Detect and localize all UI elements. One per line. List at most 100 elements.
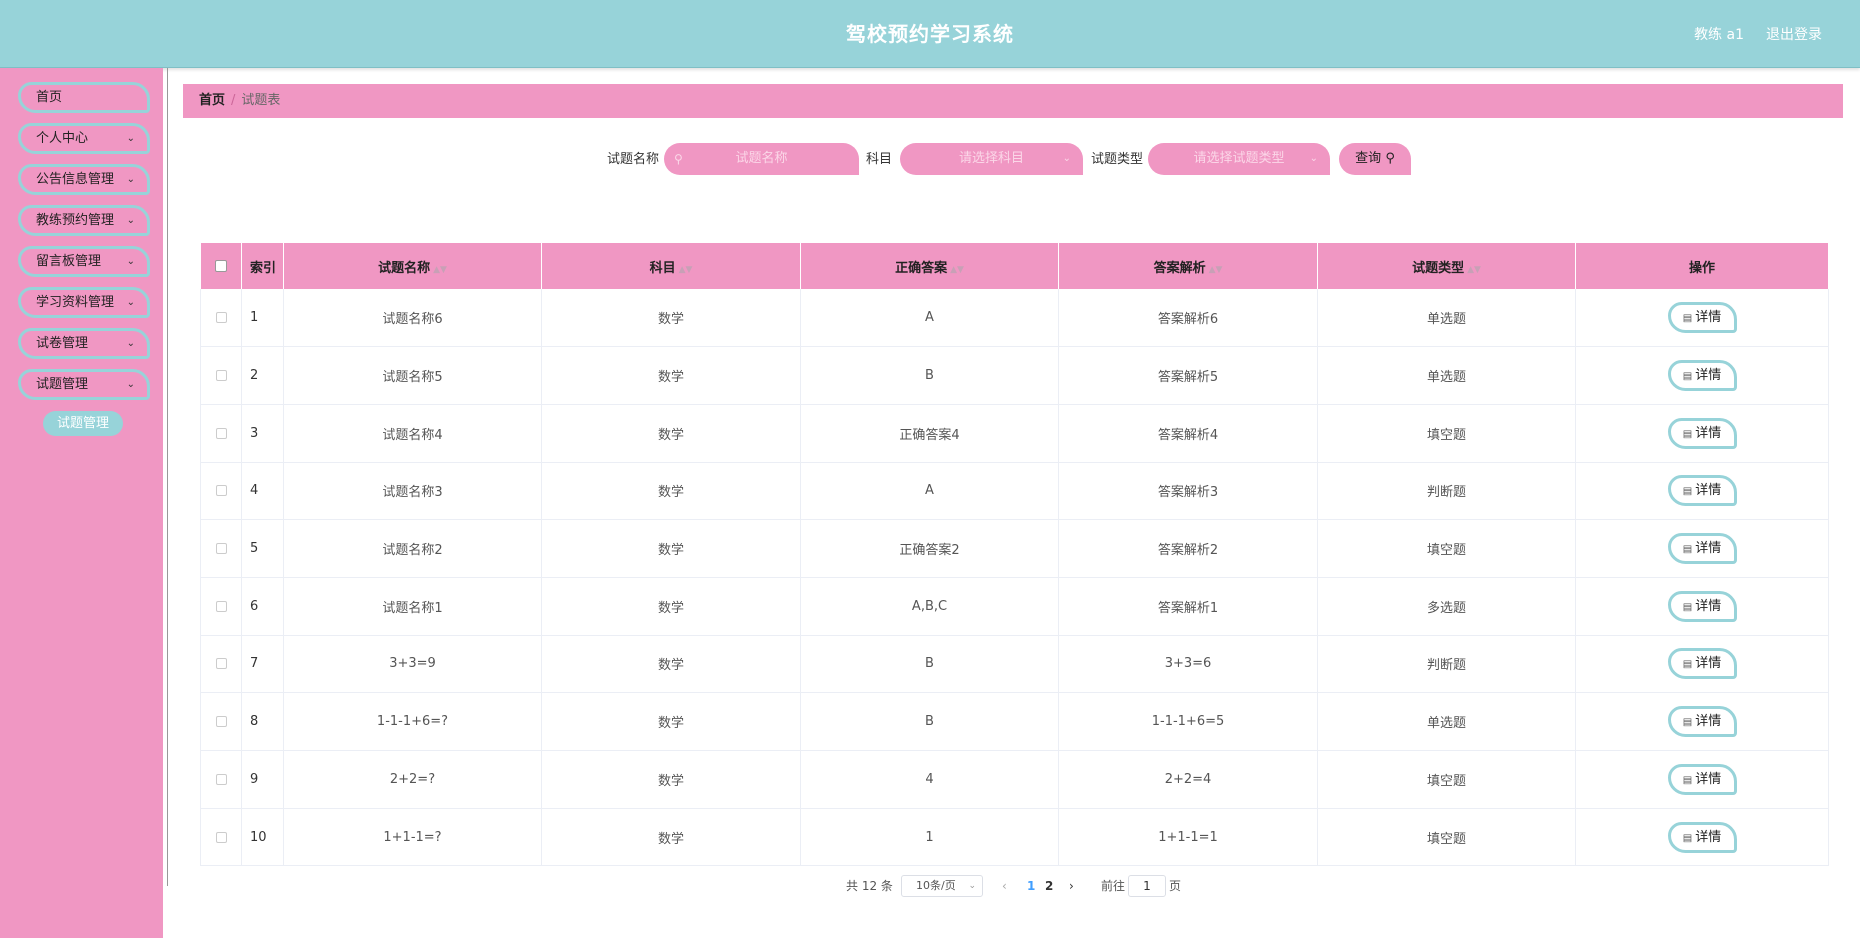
detail-button[interactable]: ▤ 详情 [1667,302,1737,334]
goto-page-input[interactable]: 1 [1128,875,1166,897]
row-checkbox[interactable] [200,577,242,636]
cell-index: 6 [241,577,284,636]
detail-button-label: 详情 [1695,714,1722,730]
sidebar-item-exam-papers[interactable]: 试卷管理 ⌄ [18,328,150,359]
cell-question-name: 试题名称1 [283,577,542,636]
sidebar-item-label: 首页 [36,90,63,105]
table-row: 9 2+2=? 数学 4 2+2=4 填空题 ▤ 详情 [200,750,1829,809]
sidebar-item-message-board[interactable]: 留言板管理 ⌄ [18,246,150,277]
prev-page-button[interactable]: ‹ [1002,875,1007,897]
cell-actions: ▤ 详情 [1575,404,1829,463]
detail-button[interactable]: ▤ 详情 [1667,417,1737,449]
cell-question-name: 试题名称2 [283,519,542,578]
subject-select[interactable]: 请选择科目 ⌄ [900,143,1083,175]
sidebar-item-questions[interactable]: 试题管理 ⌄ [18,369,150,400]
cell-subject: 数学 [541,692,801,751]
detail-button[interactable]: ▤ 详情 [1667,360,1737,392]
header-user-area: 教练 a1 退出登录 [1694,0,1822,68]
detail-button[interactable]: ▤ 详情 [1667,590,1737,622]
page-size-select[interactable]: 10条/页 ⌄ [901,875,983,897]
detail-button[interactable]: ▤ 详情 [1667,706,1737,738]
query-button[interactable]: 查询 ⚲ [1339,143,1411,175]
document-icon: ▤ [1682,371,1693,383]
name-search-input[interactable]: ⚲ 试题名称 [664,143,859,175]
page-number-2[interactable]: 2 [1045,875,1053,897]
next-page-button[interactable]: › [1069,875,1074,897]
subject-select-placeholder: 请选择科目 [958,151,1024,166]
detail-button[interactable]: ▤ 详情 [1667,821,1737,853]
header-subject[interactable]: 科目 ▲▼ [541,243,801,289]
sort-icon[interactable]: ▲▼ [950,265,964,275]
questions-table: 索引 试题名称 ▲▼ 科目 ▲▼ 正确答案 ▲▼ 答案解析 ▲▼ 试题类型 ▲▼ 操作 1… [200,243,1829,867]
row-checkbox[interactable] [200,519,242,578]
chevron-down-icon: ⌄ [968,881,976,891]
cell-index: 5 [241,519,284,578]
sidebar-item-study-materials[interactable]: 学习资料管理 ⌄ [18,287,150,318]
cell-answer-analysis: 答案解析5 [1058,346,1318,405]
table-row: 8 1-1-1+6=? 数学 B 1-1-1+6=5 单选题 ▤ 详情 [200,692,1829,751]
sort-icon[interactable]: ▲▼ [1209,265,1223,275]
header-correct-answer[interactable]: 正确答案 ▲▼ [800,243,1059,289]
table-row: 3 试题名称4 数学 正确答案4 答案解析4 填空题 ▤ 详情 [200,404,1829,463]
cell-answer-analysis: 答案解析4 [1058,404,1318,463]
row-checkbox[interactable] [200,808,242,867]
detail-button-label: 详情 [1695,310,1722,326]
cell-correct-answer: 正确答案4 [800,404,1059,463]
row-checkbox[interactable] [200,692,242,751]
type-select[interactable]: 请选择试题类型 ⌄ [1148,143,1330,175]
sidebar-item-label: 试题管理 [36,377,89,392]
pagination: 共 12 条 10条/页 ⌄ ‹ 1 2 › 前往 1 页 [0,875,1860,897]
cell-index: 4 [241,462,284,521]
cell-answer-analysis: 2+2=4 [1058,750,1318,809]
row-checkbox[interactable] [200,404,242,463]
cell-actions: ▤ 详情 [1575,289,1829,348]
sidebar-item-coach-booking[interactable]: 教练预约管理 ⌄ [18,205,150,236]
header-answer-analysis[interactable]: 答案解析 ▲▼ [1058,243,1318,289]
header-question-name[interactable]: 试题名称 ▲▼ [283,243,542,289]
breadcrumb-separator: / [231,93,236,108]
breadcrumb: 首页 / 试题表 [183,84,1843,118]
header-question-type[interactable]: 试题类型 ▲▼ [1317,243,1576,289]
sidebar-divider [167,68,168,886]
select-all-checkbox[interactable] [200,243,242,289]
chevron-down-icon: ⌄ [126,297,135,308]
cell-answer-analysis: 答案解析1 [1058,577,1318,636]
row-checkbox[interactable] [200,635,242,694]
cell-answer-analysis: 3+3=6 [1058,635,1318,694]
cell-question-type: 单选题 [1317,692,1576,751]
chevron-down-icon: ⌄ [1309,153,1318,164]
breadcrumb-home[interactable]: 首页 [199,93,225,108]
detail-button[interactable]: ▤ 详情 [1667,533,1737,565]
detail-button[interactable]: ▤ 详情 [1667,648,1737,680]
detail-button-label: 详情 [1695,771,1722,787]
sidebar-subitem-questions[interactable]: 试题管理 [43,411,123,436]
cell-correct-answer: B [800,346,1059,405]
cell-actions: ▤ 详情 [1575,692,1829,751]
cell-answer-analysis: 答案解析2 [1058,519,1318,578]
cell-subject: 数学 [541,519,801,578]
sort-icon[interactable]: ▲▼ [679,265,693,275]
sort-icon[interactable]: ▲▼ [433,265,447,275]
search-icon: ⚲ [674,152,683,166]
sidebar-item-label: 留言板管理 [36,254,102,269]
logout-button[interactable]: 退出登录 [1766,24,1822,44]
detail-button[interactable]: ▤ 详情 [1667,763,1737,795]
row-checkbox[interactable] [200,750,242,809]
cell-question-name: 1+1-1=? [283,808,542,867]
sort-icon[interactable]: ▲▼ [1467,265,1481,275]
row-checkbox[interactable] [200,346,242,405]
cell-index: 1 [241,289,284,348]
row-checkbox[interactable] [200,462,242,521]
chevron-down-icon: ⌄ [126,256,135,267]
row-checkbox[interactable] [200,289,242,348]
user-name: 教练 a1 [1694,27,1744,43]
sidebar-item-home[interactable]: 首页 [18,82,150,113]
document-icon: ▤ [1682,832,1693,844]
header-label: 试题类型 [1412,260,1465,276]
cell-subject: 数学 [541,577,801,636]
detail-button[interactable]: ▤ 详情 [1667,475,1737,507]
query-button-label: 查询 [1355,151,1382,166]
page-number-1[interactable]: 1 [1027,875,1035,897]
cell-actions: ▤ 详情 [1575,462,1829,521]
document-icon: ▤ [1682,486,1693,498]
